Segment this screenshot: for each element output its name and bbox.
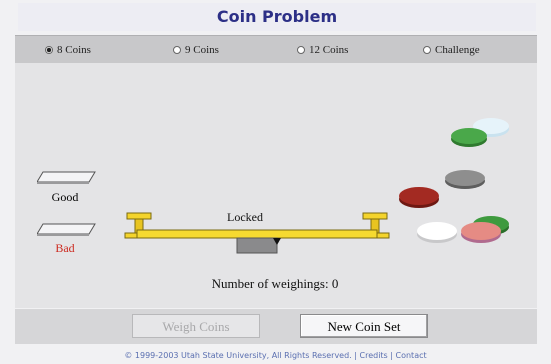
- tab-8-coins[interactable]: 8 Coins: [45, 41, 91, 59]
- tab-8-coins-label: 8 Coins: [57, 44, 91, 56]
- scale-fulcrum: [236, 237, 278, 254]
- tab-12-coins[interactable]: 12 Coins: [297, 41, 348, 59]
- radio-9-coins[interactable]: [173, 46, 181, 54]
- coin-gray[interactable]: [445, 170, 485, 189]
- tab-9-coins-label: 9 Coins: [185, 44, 219, 56]
- coin-pile: [399, 118, 509, 243]
- weighings-counter: Number of weighings: 0: [211, 276, 339, 291]
- play-area: Good Bad Locked Number of weighings: 0: [15, 63, 537, 308]
- coin-dark-red[interactable]: [399, 187, 439, 208]
- radio-8-coins[interactable]: [45, 46, 53, 54]
- radio-challenge[interactable]: [423, 46, 431, 54]
- good-shelf[interactable]: [37, 171, 97, 185]
- radio-12-coins[interactable]: [297, 46, 305, 54]
- weigh-coins-button[interactable]: Weigh Coins: [132, 314, 260, 338]
- tab-9-coins[interactable]: 9 Coins: [173, 41, 219, 59]
- mode-tab-bar: 8 Coins 9 Coins 12 Coins Challenge: [15, 35, 537, 64]
- tab-challenge-label: Challenge: [435, 44, 480, 56]
- page-title: Coin Problem: [18, 3, 536, 31]
- bad-shelf[interactable]: [37, 223, 97, 237]
- app-frame: Coin Problem 8 Coins 9 Coins 12 Coins Ch…: [0, 0, 551, 364]
- new-coin-set-button[interactable]: New Coin Set: [300, 314, 428, 338]
- scale-beam: [136, 229, 378, 239]
- footer-copyright: © 1999-2003 Utah State University, All R…: [124, 351, 427, 360]
- balance-scale: [124, 212, 390, 254]
- tab-challenge[interactable]: Challenge: [423, 41, 480, 59]
- tab-12-coins-label: 12 Coins: [309, 44, 349, 56]
- coin-green[interactable]: [451, 128, 487, 147]
- bad-shelf-label: Bad: [55, 241, 75, 255]
- coin-white[interactable]: [417, 222, 457, 243]
- good-shelf-label: Good: [51, 190, 79, 204]
- coin-pink[interactable]: [461, 222, 501, 243]
- button-bar: Weigh Coins New Coin Set: [15, 309, 537, 344]
